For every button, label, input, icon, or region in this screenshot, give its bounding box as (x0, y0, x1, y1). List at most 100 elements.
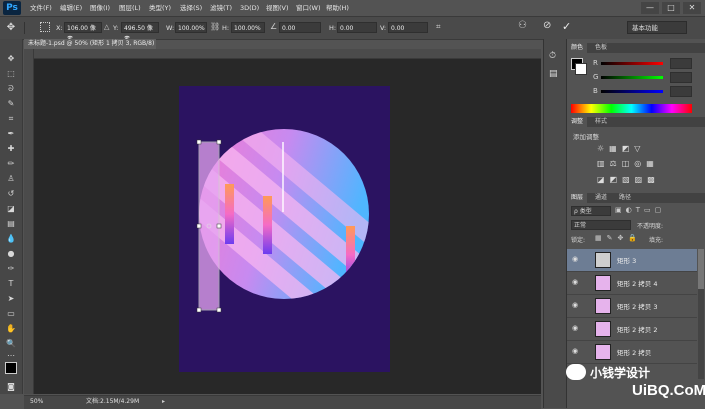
filter-icons[interactable]: ▣◐T▭▢ (615, 206, 665, 214)
fill-label: 填充: (649, 237, 664, 244)
add-adjustment-title: 添加调整 (573, 133, 599, 141)
minimize-button[interactable]: — (641, 2, 659, 14)
tab-paths[interactable]: 路径 (615, 193, 635, 203)
menu-view[interactable]: 视图(V) (266, 0, 289, 16)
stamp-icon[interactable]: ♙ (3, 173, 19, 184)
layer-row[interactable]: ◉ 矩形 2 拷贝 4 (567, 272, 697, 295)
adjustment-icons-row2[interactable]: ▥⚖◫◎▦ (597, 159, 659, 168)
shape-icon[interactable]: ▭ (3, 308, 19, 319)
properties-panel-icon[interactable]: ▤ (549, 69, 558, 79)
tab-swatches[interactable]: 色板 (591, 43, 611, 53)
color-bg-swatch[interactable] (575, 63, 587, 75)
vskew-field[interactable]: 0.00 (388, 22, 428, 33)
angle-icon: ∠ (270, 22, 278, 31)
close-button[interactable]: ✕ (683, 2, 701, 14)
menu-edit[interactable]: 编辑(E) (60, 0, 82, 16)
menu-image[interactable]: 图像(I) (90, 0, 110, 16)
layer-name: 矩形 2 拷贝 4 (617, 280, 658, 288)
angle-field[interactable]: 0.00 (279, 22, 321, 33)
b-value[interactable] (670, 86, 692, 97)
crop-icon[interactable]: ⌗ (3, 113, 19, 124)
menu-window[interactable]: 窗口(W) (296, 0, 321, 16)
layers-scrollbar[interactable] (698, 249, 704, 379)
w-field[interactable]: 100.00% (175, 22, 207, 33)
eye-icon[interactable]: ◉ (572, 256, 580, 263)
hskew-field[interactable]: 0.00 (337, 22, 377, 33)
y-field[interactable]: 496.50 像素 (121, 22, 159, 43)
hand-icon[interactable]: ✋ (3, 323, 19, 334)
menu-3d[interactable]: 3D(D) (240, 0, 259, 16)
eraser-icon[interactable]: ◪ (3, 203, 19, 214)
layer-row[interactable]: ◉ 矩形 3 (567, 249, 697, 272)
zoom-level[interactable]: 50% (30, 396, 43, 408)
menu-layer[interactable]: 图层(L) (119, 0, 141, 16)
menu-file[interactable]: 文件(F) (30, 0, 52, 16)
more-tools-icon[interactable]: ⋯ (3, 350, 19, 361)
eyedropper-icon[interactable]: ✒ (3, 128, 19, 139)
h-field[interactable]: 100.00% (231, 22, 265, 33)
zoom-icon[interactable]: 🔍 (3, 338, 19, 349)
marquee-icon[interactable]: ⬚ (3, 68, 19, 79)
eye-icon[interactable]: ◉ (572, 279, 580, 286)
commit-transform-icon[interactable]: ✓ (562, 20, 571, 33)
lock-icons[interactable]: ▦✎✥🔒 (595, 234, 642, 242)
eye-icon[interactable]: ◉ (572, 302, 580, 309)
transform-handle (216, 307, 222, 313)
r-label: R (593, 59, 598, 67)
layer-row[interactable]: ◉ 矩形 2 拷贝 2 (567, 318, 697, 341)
healing-icon[interactable]: ✚ (3, 143, 19, 154)
scroll-thumb[interactable] (698, 249, 704, 289)
workspace-select[interactable]: 基本功能 (627, 21, 687, 34)
type-icon[interactable]: T (3, 278, 19, 289)
reference-point-icon[interactable] (40, 22, 50, 32)
cancel-transform-icon[interactable]: ⊘ (543, 20, 551, 31)
menu-select[interactable]: 选择(S) (180, 0, 202, 16)
gradient-icon[interactable]: ▤ (3, 218, 19, 229)
tab-layers[interactable]: 图层 (567, 193, 588, 203)
path-select-icon[interactable]: ➤ (3, 293, 19, 304)
tab-styles[interactable]: 样式 (591, 117, 611, 127)
menu-filter[interactable]: 滤镜(T) (210, 0, 232, 16)
foreground-color-swatch[interactable] (5, 362, 17, 374)
artboard[interactable] (179, 86, 390, 372)
layers-panel-tabs: 图层 通道 路径 (567, 193, 705, 203)
r-value[interactable] (670, 58, 692, 69)
history-panel-icon[interactable]: ⏱ (549, 51, 556, 61)
dodge-icon[interactable]: ● (3, 248, 19, 259)
tab-adjustments[interactable]: 调整 (567, 117, 588, 127)
spectrum-bar[interactable] (571, 104, 692, 113)
menu-help[interactable]: 帮助(H) (326, 0, 349, 16)
b-slider[interactable] (601, 90, 663, 93)
maximize-button[interactable]: □ (662, 2, 680, 14)
tab-color[interactable]: 颜色 (567, 43, 588, 53)
layer-row[interactable]: ◉ 矩形 2 拷贝 3 (567, 295, 697, 318)
g-slider[interactable] (601, 76, 663, 79)
menu-type[interactable]: 类型(Y) (149, 0, 171, 16)
puppet-icon[interactable]: ⚇ (518, 20, 527, 31)
history-brush-icon[interactable]: ↺ (3, 188, 19, 199)
link-icon[interactable]: ⛓ (210, 22, 220, 31)
tab-channels[interactable]: 通道 (591, 193, 611, 203)
adjustment-icons-row3[interactable]: ◪◩▧▨▩ (597, 175, 660, 184)
r-slider[interactable] (601, 62, 663, 65)
quick-select-icon[interactable]: ✎ (3, 98, 19, 109)
layer-row[interactable]: ◉ 矩形 2 拷贝 (567, 341, 697, 364)
status-arrow-icon[interactable]: ▸ (162, 396, 165, 408)
eye-icon[interactable]: ◉ (572, 348, 580, 355)
g-value[interactable] (670, 72, 692, 83)
warp-icon[interactable]: ⌗ (436, 22, 452, 34)
blend-mode-select[interactable]: 正常 (571, 220, 631, 230)
triangle-icon[interactable]: △ (104, 23, 109, 31)
blur-icon[interactable]: 💧 (3, 233, 19, 244)
pen-icon[interactable]: ✑ (3, 263, 19, 274)
adjustment-icons-row1[interactable]: ☼▦◩▽ (597, 144, 645, 153)
lasso-icon[interactable]: ᘐ (3, 83, 19, 94)
x-field[interactable]: 106.00 像素 (64, 22, 102, 43)
b-label: B (593, 87, 598, 95)
quick-mask-icon[interactable]: ◙ (3, 381, 19, 392)
document-tab[interactable]: 未标题-1.psd @ 50% (矩形 1 拷贝 3, RGB/8) * (24, 39, 156, 57)
brush-icon[interactable]: ✏ (3, 158, 19, 169)
layer-kind-filter[interactable]: ρ 类型 (571, 206, 611, 216)
eye-icon[interactable]: ◉ (572, 325, 580, 332)
move-icon[interactable]: ✥ (3, 53, 19, 64)
